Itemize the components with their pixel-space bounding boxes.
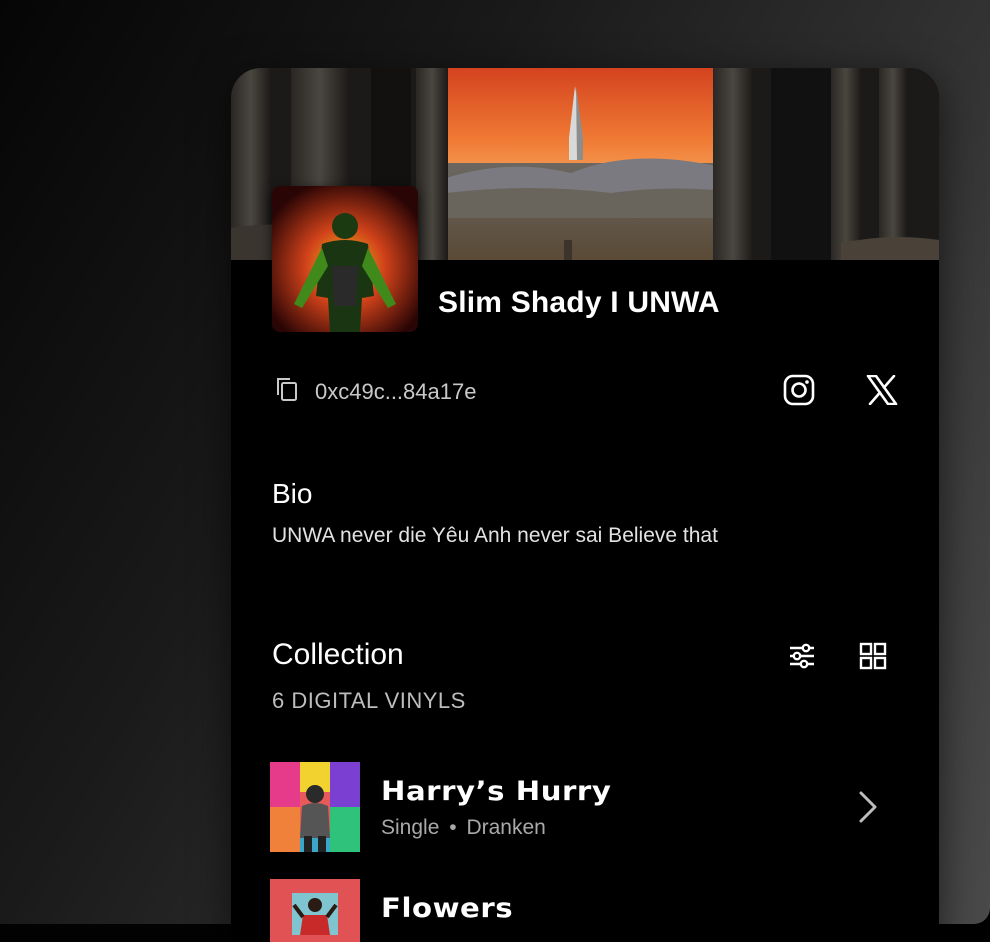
x-logo-icon[interactable]	[864, 372, 900, 408]
profile-card: Slim Shady I UNWA 0xc49c...84a17e Bio UN…	[231, 68, 939, 942]
vinyl-artist: Dranken	[466, 816, 546, 839]
separator-dot: •	[449, 816, 457, 839]
bio-text: UNWA never die Yêu Anh never sai Believe…	[272, 524, 718, 547]
list-item[interactable]: Harry’s Hurry Single • Dranken	[270, 762, 910, 852]
collection-heading: Collection	[272, 638, 404, 671]
instagram-icon[interactable]	[781, 372, 817, 408]
profile-name: Slim Shady I UNWA	[438, 286, 720, 319]
wallet-address: 0xc49c...84a17e	[315, 378, 477, 404]
vinyl-cover-image	[270, 879, 360, 942]
filter-sliders-icon[interactable]	[786, 640, 818, 672]
vinyl-title: Harry’s Hurry	[381, 776, 612, 807]
chevron-right-icon[interactable]	[856, 790, 880, 824]
grid-view-icon[interactable]	[857, 640, 889, 672]
vinyl-title: Flowers	[381, 893, 514, 924]
vinyl-subtitle: Single • Dranken	[381, 816, 546, 840]
list-item[interactable]: Flowers	[270, 879, 910, 942]
vinyl-type: Single	[381, 816, 440, 839]
bio-heading: Bio	[272, 478, 313, 509]
collection-count: 6 DIGITAL VINYLS	[272, 688, 466, 713]
profile-avatar[interactable]	[272, 186, 418, 332]
vinyl-cover-image	[270, 762, 360, 852]
wallet-address-row[interactable]: 0xc49c...84a17e	[275, 376, 476, 407]
copy-icon[interactable]	[275, 376, 299, 407]
